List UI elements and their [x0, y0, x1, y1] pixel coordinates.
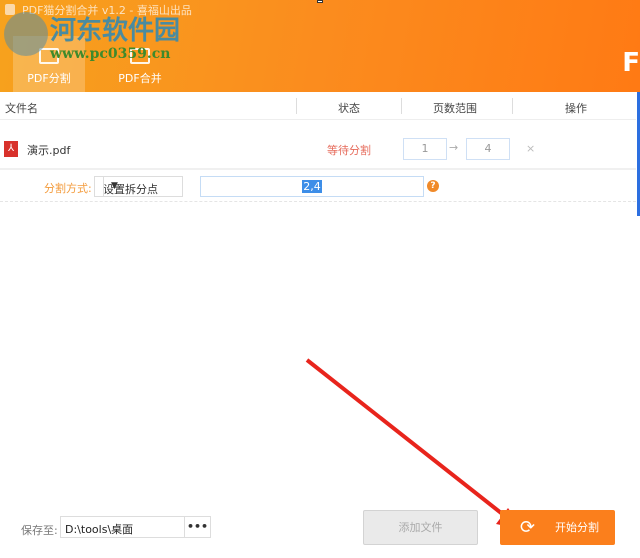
banner-partial-text: F	[622, 48, 640, 78]
add-file-button[interactable]: 添加文件	[363, 510, 478, 545]
start-split-label: 开始分割	[555, 521, 599, 534]
save-to-label: 保存至:	[21, 524, 58, 537]
split-options-row: 分割方式: 设置拆分点 ▼ 2,4 ?	[0, 172, 636, 202]
split-method-select[interactable]: 设置拆分点 ▼	[94, 176, 183, 197]
divider	[512, 98, 513, 114]
page-to-input[interactable]: 4	[466, 138, 510, 160]
app-icon	[5, 4, 15, 15]
window-title: PDF猫分割合并 v1.2 - 喜福山出品	[22, 4, 192, 17]
file-name: 演示.pdf	[27, 144, 71, 157]
col-status: 状态	[338, 102, 360, 115]
col-page-range: 页数范围	[433, 102, 477, 115]
pdf-file-icon: ⅄	[4, 141, 18, 157]
split-points-input[interactable]: 2,4	[200, 176, 424, 197]
tab-pdf-split[interactable]: PDF分割	[13, 36, 85, 92]
tab-label: PDF合并	[118, 72, 162, 85]
split-method-label: 分割方式:	[44, 182, 92, 195]
table-header: 文件名 状态 页数范围 操作	[0, 92, 636, 120]
chevron-down-icon[interactable]: ▼	[103, 177, 125, 196]
cursor-marker	[317, 0, 323, 3]
start-split-button[interactable]: ⟳ 开始分割	[500, 510, 615, 545]
browse-button[interactable]: •••	[184, 516, 211, 538]
merge-icon	[130, 48, 150, 64]
divider	[296, 98, 297, 114]
col-action: 操作	[565, 102, 587, 115]
split-points-value: 2,4	[302, 180, 322, 193]
save-path-input[interactable]: D:\tools\桌面	[60, 516, 185, 538]
header-banner: PDF猫分割合并 v1.2 - 喜福山出品 PDF分割 PDF合并 F 河东软件…	[0, 0, 640, 92]
split-icon	[39, 48, 59, 64]
arrow-right-icon: →	[449, 141, 459, 154]
refresh-icon: ⟳	[520, 517, 536, 538]
delete-icon[interactable]: ×	[526, 142, 535, 155]
help-icon[interactable]: ?	[427, 180, 439, 192]
col-filename: 文件名	[5, 102, 38, 115]
table-row[interactable]: ⅄ 演示.pdf 等待分割 1 → 4 ×	[0, 130, 636, 170]
page-from-input[interactable]: 1	[403, 138, 447, 160]
status-text: 等待分割	[327, 144, 371, 157]
divider	[401, 98, 402, 114]
tab-label: PDF分割	[27, 72, 71, 85]
tab-pdf-merge[interactable]: PDF合并	[104, 36, 176, 92]
